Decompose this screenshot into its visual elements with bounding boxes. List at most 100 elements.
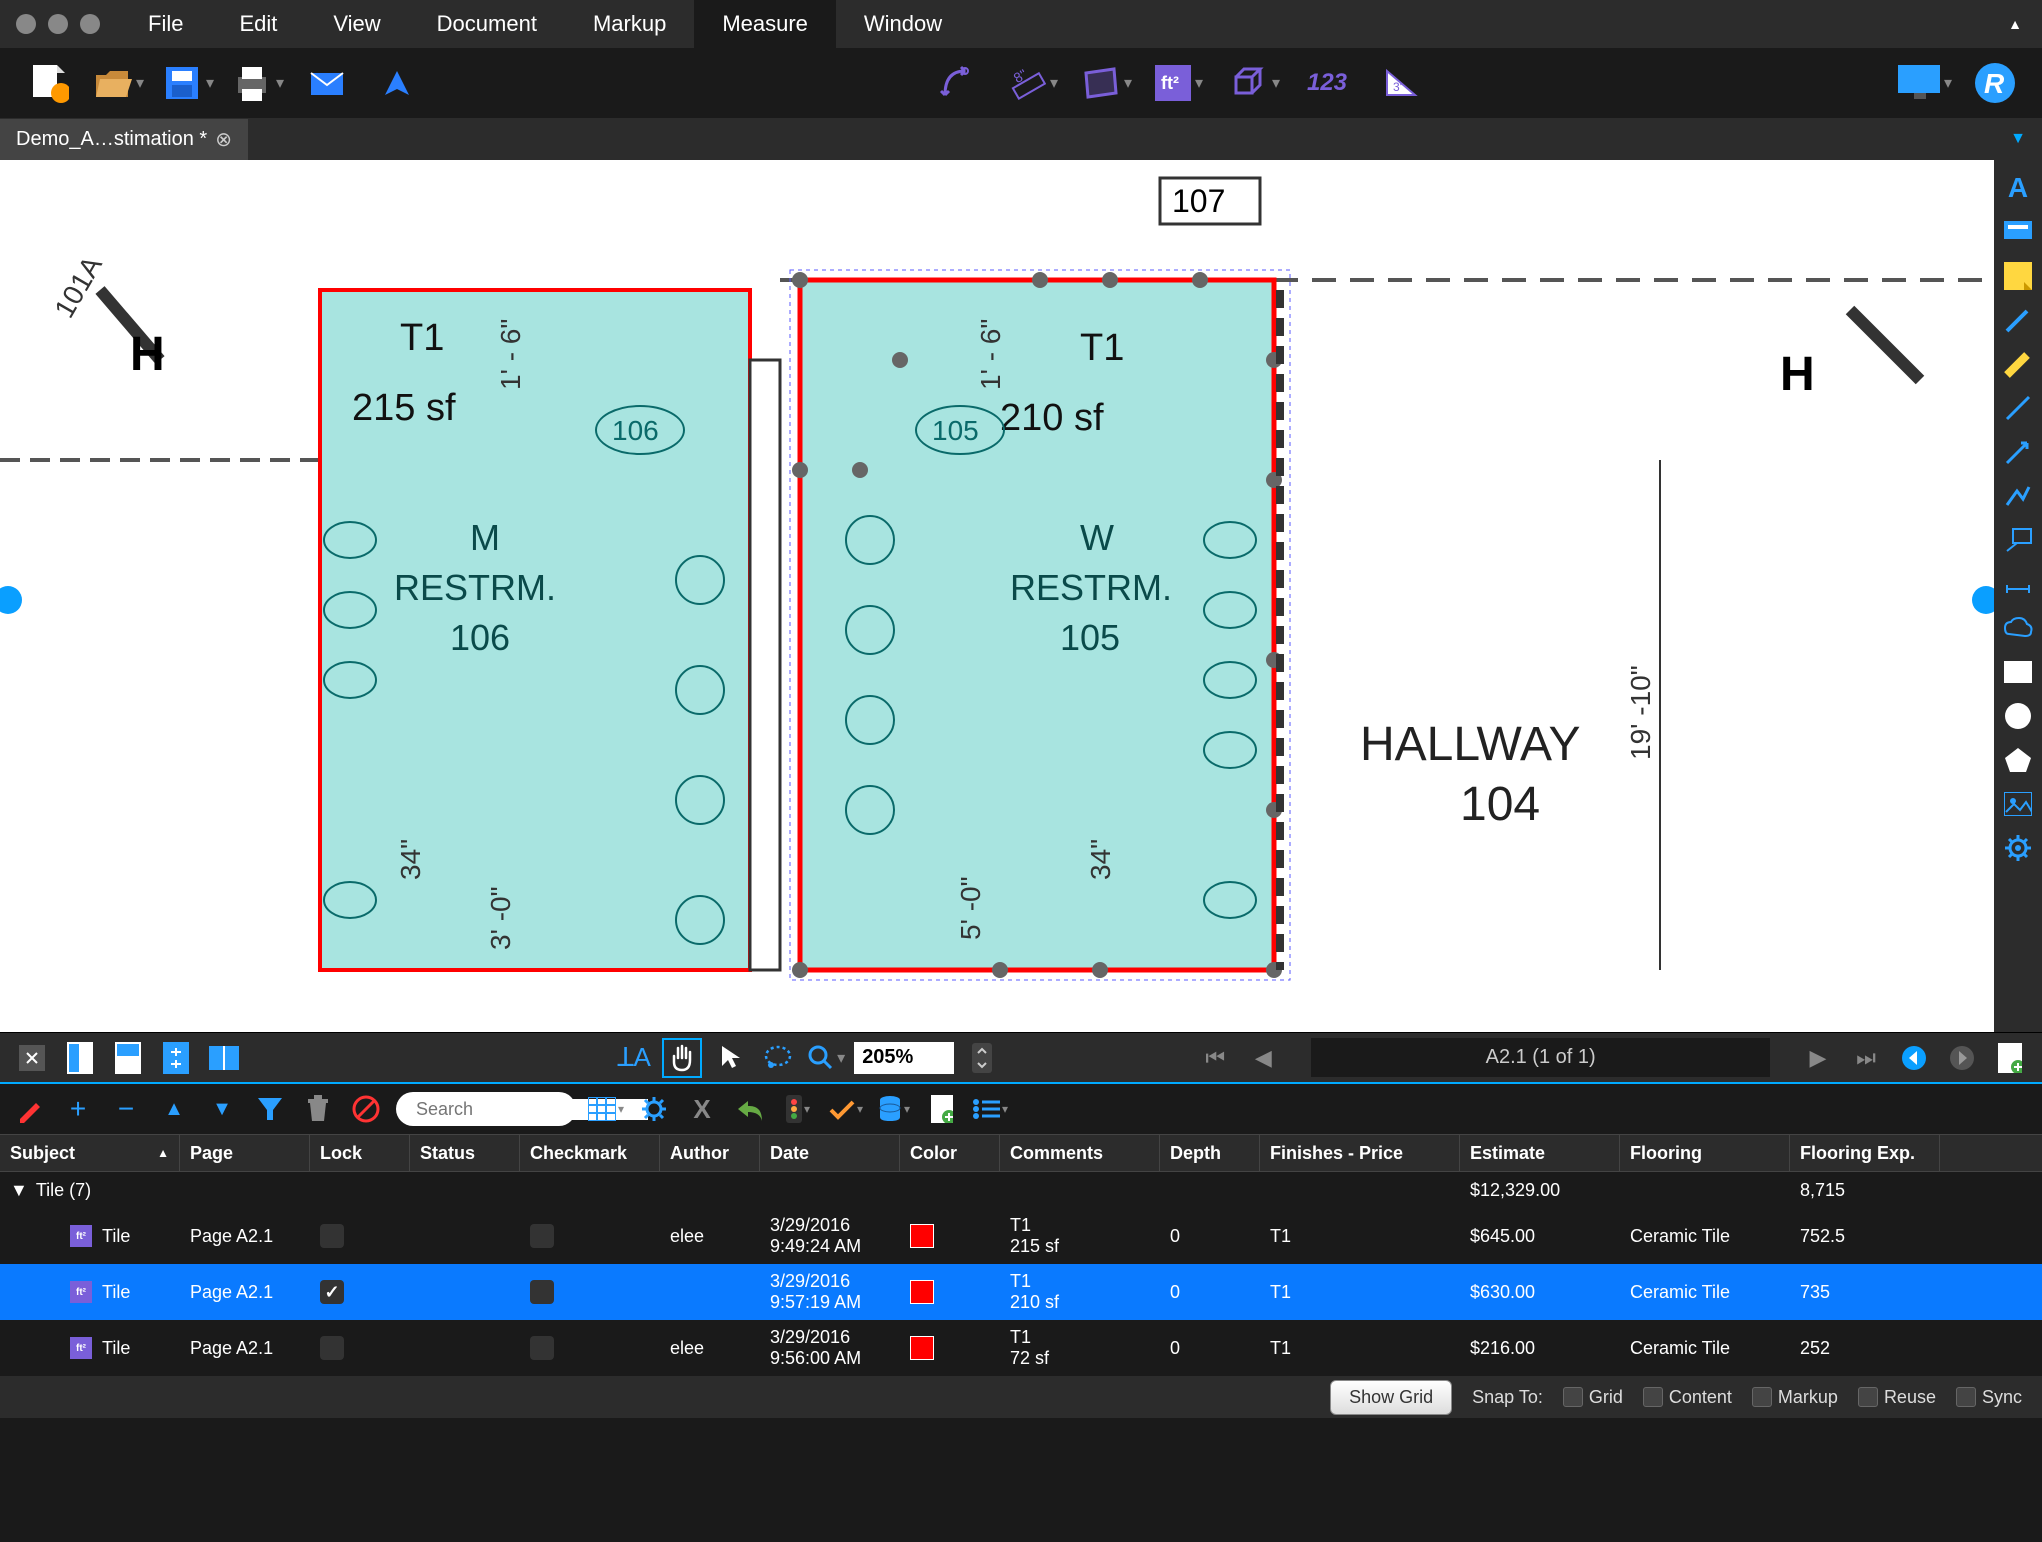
close-window-icon[interactable] — [16, 14, 36, 34]
list-icon[interactable]: ▾ — [972, 1091, 1008, 1127]
text-select-icon[interactable]: ꓕA — [614, 1038, 654, 1078]
col-depth[interactable]: Depth — [1160, 1135, 1260, 1171]
close-panel-icon[interactable] — [12, 1038, 52, 1078]
count-button[interactable]: 123 — [1300, 56, 1354, 110]
save-button[interactable]: ▾ — [160, 56, 214, 110]
col-page[interactable]: Page — [180, 1135, 310, 1171]
menu-edit[interactable]: Edit — [211, 0, 305, 51]
email-button[interactable] — [300, 56, 354, 110]
menu-markup[interactable]: Markup — [565, 0, 694, 51]
checkmark-checkbox[interactable] — [530, 1280, 554, 1304]
polyline-tool-icon[interactable] — [1998, 476, 2038, 516]
tab-close-icon[interactable]: ⊗ — [215, 127, 232, 152]
col-checkmark[interactable]: Checkmark — [520, 1135, 660, 1171]
zoom-window-icon[interactable] — [80, 14, 100, 34]
volume-button[interactable]: ▾ — [1226, 56, 1280, 110]
zoom-stepper-icon[interactable] — [962, 1038, 1002, 1078]
profiles-button[interactable]: ▾ — [1898, 56, 1952, 110]
new-file-button[interactable] — [20, 56, 74, 110]
check-icon[interactable]: ▾ — [828, 1091, 864, 1127]
expand-up-icon[interactable]: ▲ — [156, 1091, 192, 1127]
document-tab[interactable]: Demo_A…stimation * ⊗ — [0, 119, 248, 160]
columns-icon[interactable]: ▾ — [588, 1091, 624, 1127]
table-row[interactable]: ft²Tile Page A2.1 elee 3/29/20169:49:24 … — [0, 1208, 2042, 1264]
status-icon[interactable]: ▾ — [780, 1091, 816, 1127]
add-icon[interactable]: + — [60, 1091, 96, 1127]
next-page-icon[interactable]: ▶ — [1798, 1038, 1838, 1078]
menu-document[interactable]: Document — [409, 0, 565, 51]
drawing-canvas[interactable]: 101A H 107 T1 215 sf M RESTRM. 106 106 — [0, 160, 1994, 1032]
col-finishes[interactable]: Finishes - Price — [1260, 1135, 1460, 1171]
fit-page-icon[interactable] — [60, 1038, 100, 1078]
rectangle-tool-icon[interactable] — [1998, 652, 2038, 692]
zoom-tool-icon[interactable]: ▾ — [806, 1038, 846, 1078]
checkmark-checkbox[interactable] — [530, 1336, 554, 1360]
col-date[interactable]: Date — [760, 1135, 900, 1171]
trash-icon[interactable] — [300, 1091, 336, 1127]
menu-view[interactable]: View — [305, 0, 408, 51]
col-flooringexp[interactable]: Flooring Exp. — [1790, 1135, 1940, 1171]
filter-icon[interactable] — [252, 1091, 288, 1127]
menu-file[interactable]: File — [120, 0, 211, 51]
polygon-tool-icon[interactable] — [1998, 740, 2038, 780]
expand-down-icon[interactable]: ▼ — [204, 1091, 240, 1127]
pen-tool-icon[interactable] — [1998, 300, 2038, 340]
arrow-tool-icon[interactable] — [1998, 432, 2038, 472]
ft2-button[interactable]: ft²▾ — [1152, 56, 1206, 110]
pan-tool-icon[interactable] — [662, 1038, 702, 1078]
image-tool-icon[interactable] — [1998, 784, 2038, 824]
print-button[interactable]: ▾ — [230, 56, 284, 110]
col-status[interactable]: Status — [410, 1135, 520, 1171]
length-button[interactable]: 8"▾ — [1004, 56, 1058, 110]
fit-all-icon[interactable] — [156, 1038, 196, 1078]
table-row[interactable]: ft²Tile Page A2.1 3/29/20169:57:19 AM T1… — [0, 1264, 2042, 1320]
next-view-icon[interactable] — [1942, 1038, 1982, 1078]
col-author[interactable]: Author — [660, 1135, 760, 1171]
select-tool-icon[interactable] — [710, 1038, 750, 1078]
fit-width-icon[interactable] — [108, 1038, 148, 1078]
lock-checkbox[interactable] — [320, 1336, 344, 1360]
app-logo-icon[interactable]: R — [1968, 56, 2022, 110]
open-file-button[interactable]: ▾ — [90, 56, 144, 110]
col-estimate[interactable]: Estimate — [1460, 1135, 1620, 1171]
typewriter-tool-icon[interactable] — [1998, 212, 2038, 252]
new-page-icon[interactable] — [1990, 1038, 2030, 1078]
table-summary-row[interactable]: ▼Tile (7) $12,329.00 8,715 — [0, 1172, 2042, 1208]
callout-tool-icon[interactable] — [1998, 520, 2038, 560]
page-indicator[interactable]: A2.1 (1 of 1) — [1311, 1038, 1770, 1077]
area-button[interactable]: ▾ — [1078, 56, 1132, 110]
angle-button[interactable]: 3' — [1374, 56, 1428, 110]
x-icon[interactable]: X — [684, 1091, 720, 1127]
line-tool-icon[interactable] — [1998, 388, 2038, 428]
col-color[interactable]: Color — [900, 1135, 1000, 1171]
menu-expand-icon[interactable]: ▲ — [2008, 16, 2022, 32]
menu-window[interactable]: Window — [836, 0, 970, 51]
col-comments[interactable]: Comments — [1000, 1135, 1160, 1171]
measurement-area-t1-210-selected[interactable] — [800, 280, 1274, 970]
clear-icon[interactable] — [348, 1091, 384, 1127]
table-row[interactable]: ft²Tile Page A2.1 elee 3/29/20169:56:00 … — [0, 1320, 2042, 1376]
cloud-tool-icon[interactable] — [1998, 608, 2038, 648]
dimension-tool-icon[interactable] — [1998, 564, 2038, 604]
minimize-window-icon[interactable] — [48, 14, 68, 34]
snap-check-content[interactable]: Content — [1643, 1387, 1732, 1408]
checkmark-checkbox[interactable] — [530, 1224, 554, 1248]
lock-checkbox[interactable] — [320, 1280, 344, 1304]
text-tool-icon[interactable]: A — [1998, 168, 2038, 208]
split-view-icon[interactable] — [204, 1038, 244, 1078]
lock-checkbox[interactable] — [320, 1224, 344, 1248]
calibrate-button[interactable] — [930, 56, 984, 110]
col-lock[interactable]: Lock — [310, 1135, 410, 1171]
snap-check-reuse[interactable]: Reuse — [1858, 1387, 1936, 1408]
snap-check-grid[interactable]: Grid — [1563, 1387, 1623, 1408]
show-grid-button[interactable]: Show Grid — [1330, 1380, 1452, 1415]
snap-check-sync[interactable]: Sync — [1956, 1387, 2022, 1408]
col-flooring[interactable]: Flooring — [1620, 1135, 1790, 1171]
prev-page-icon[interactable]: ◀ — [1243, 1038, 1283, 1078]
highlighter-tool-icon[interactable] — [1998, 344, 2038, 384]
search-box[interactable] — [396, 1092, 576, 1126]
ellipse-tool-icon[interactable] — [1998, 696, 2038, 736]
snap-check-markup[interactable]: Markup — [1752, 1387, 1838, 1408]
lasso-tool-icon[interactable] — [758, 1038, 798, 1078]
studio-button[interactable] — [370, 56, 424, 110]
